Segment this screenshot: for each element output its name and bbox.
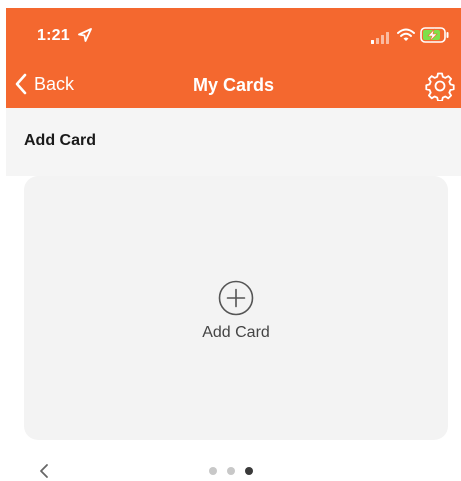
chevron-left-icon[interactable] (38, 462, 50, 480)
add-card-button[interactable]: Add Card (24, 176, 448, 440)
add-card-label: Add Card (202, 324, 270, 341)
page-dot[interactable] (245, 467, 253, 475)
my-cards-screen: 1:21 Back My Cards Add Card Add Card (0, 0, 461, 481)
status-bar: 1:21 (6, 8, 461, 54)
battery-charging-icon (420, 27, 449, 43)
page-indicator (209, 467, 253, 475)
status-time: 1:21 (37, 27, 70, 44)
page-dot[interactable] (209, 467, 217, 475)
location-arrow-icon (78, 28, 92, 42)
page-title: My Cards (192, 75, 275, 95)
page-dot[interactable] (227, 467, 235, 475)
navigation-bar: Back My Cards (6, 64, 461, 108)
app-header: 1:21 Back My Cards (6, 8, 461, 108)
plus-circle-icon (218, 280, 254, 316)
section-title: Add Card (24, 132, 96, 149)
section-header: Add Card (6, 108, 461, 176)
wifi-icon (397, 28, 415, 41)
cellular-signal-icon (371, 32, 389, 44)
gear-icon[interactable] (425, 71, 455, 101)
